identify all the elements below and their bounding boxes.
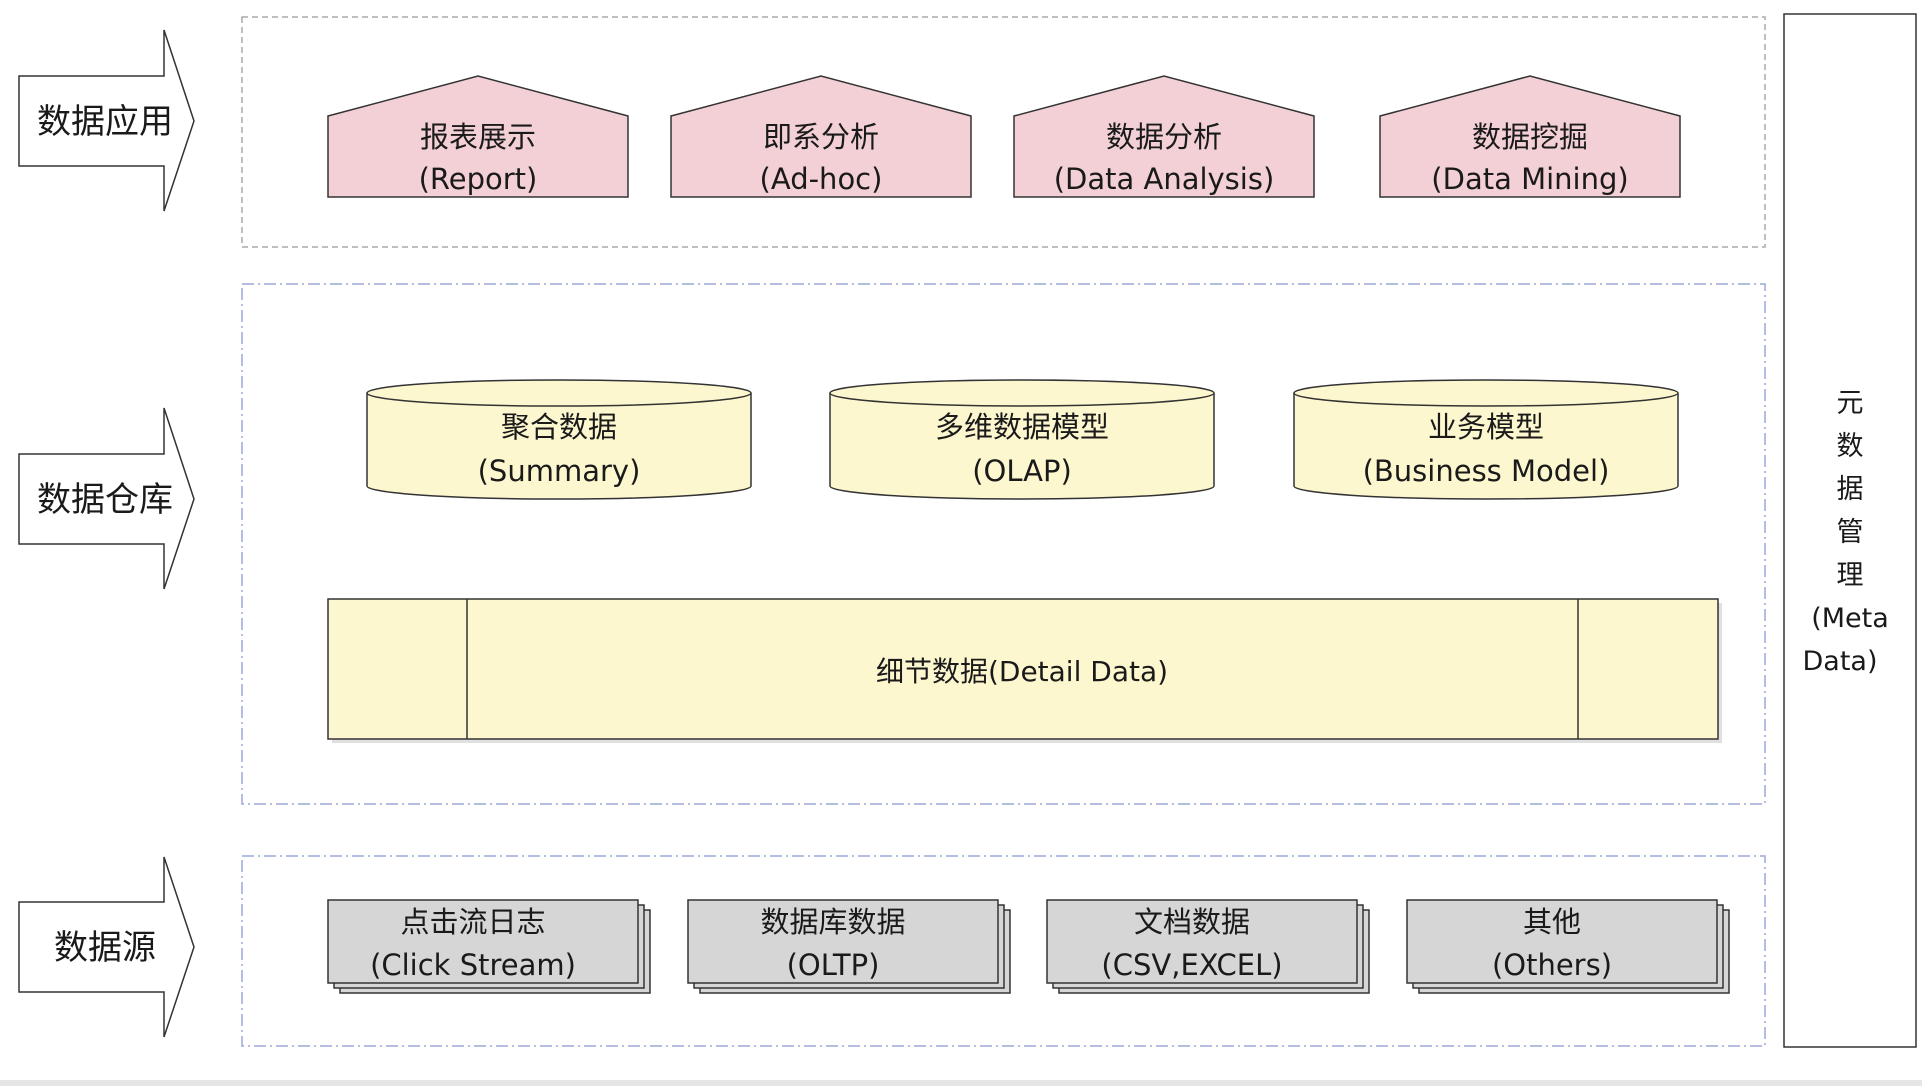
application-layer-label: 数据应用 — [37, 102, 173, 142]
source-item-documents: 文档数据 (CSV,EXCEL) — [1046, 899, 1370, 994]
metadata-line: 元 — [1837, 388, 1864, 419]
metadata-line: 数 — [1837, 431, 1864, 462]
warehouse-item-business-model: 业务模型 (Business Model) — [1293, 379, 1679, 500]
app-item-report: 报表展示 (Report) — [327, 75, 629, 198]
warehouse-item-summary: 聚合数据 (Summary) — [366, 379, 752, 500]
warehouse-layer-arrow: 数据仓库 — [18, 407, 195, 590]
metadata-line: 据 — [1837, 474, 1864, 505]
source-item-oltp: 数据库数据 (OLTP) — [687, 899, 1011, 994]
source-item-subtitle: (Others) — [1492, 948, 1612, 982]
warehouse-item-title: 聚合数据 — [501, 410, 617, 444]
warehouse-layer-label: 数据仓库 — [37, 480, 173, 520]
metadata-line: 管 — [1837, 517, 1864, 548]
app-item-subtitle: (Data Mining) — [1431, 162, 1628, 196]
bottom-strip — [0, 1080, 1922, 1086]
app-item-adhoc: 即系分析 (Ad-hoc) — [670, 75, 972, 198]
app-item-data-analysis: 数据分析 (Data Analysis) — [1013, 75, 1315, 198]
source-item-click-stream: 点击流日志 (Click Stream) — [327, 899, 651, 994]
detail-data-box: 细节数据(Detail Data) — [327, 598, 1722, 743]
source-item-title: 数据库数据 — [760, 905, 905, 939]
app-item-data-mining: 数据挖掘 (Data Mining) — [1379, 75, 1681, 198]
metadata-line: (Meta — [1811, 603, 1889, 634]
source-layer-label: 数据源 — [54, 928, 156, 968]
app-item-title: 即系分析 — [763, 120, 879, 154]
source-layer-arrow: 数据源 — [18, 856, 195, 1038]
metadata-line: Data) — [1802, 646, 1877, 677]
source-item-title: 文档数据 — [1134, 905, 1250, 939]
application-layer-arrow: 数据应用 — [18, 29, 195, 212]
warehouse-item-subtitle: (Summary) — [478, 454, 641, 488]
app-item-title: 数据分析 — [1106, 120, 1222, 154]
warehouse-item-title: 业务模型 — [1428, 410, 1544, 444]
warehouse-item-subtitle: (Business Model) — [1363, 454, 1610, 488]
app-item-title: 报表展示 — [420, 120, 536, 154]
metadata-line: 理 — [1837, 560, 1864, 591]
source-item-subtitle: (CSV,EXCEL) — [1101, 948, 1282, 982]
warehouse-item-title: 多维数据模型 — [935, 410, 1109, 444]
warehouse-item-olap: 多维数据模型 (OLAP) — [829, 379, 1215, 500]
source-item-title: 点击流日志 — [400, 905, 545, 939]
app-item-subtitle: (Ad-hoc) — [760, 162, 883, 196]
app-item-subtitle: (Data Analysis) — [1054, 162, 1275, 196]
source-item-subtitle: (OLTP) — [787, 948, 880, 982]
architecture-diagram: 元 数 据 管 理 (Meta Data) 数据应用 数据仓库 数据源 报表展示… — [18, 13, 1917, 1048]
app-item-subtitle: (Report) — [419, 162, 538, 196]
warehouse-item-subtitle: (OLAP) — [972, 454, 1072, 488]
source-item-subtitle: (Click Stream) — [370, 948, 576, 982]
app-item-title: 数据挖掘 — [1472, 120, 1588, 154]
detail-data-label: 细节数据(Detail Data) — [876, 655, 1168, 688]
source-item-title: 其他 — [1523, 905, 1581, 939]
source-item-others: 其他 (Others) — [1406, 899, 1730, 994]
